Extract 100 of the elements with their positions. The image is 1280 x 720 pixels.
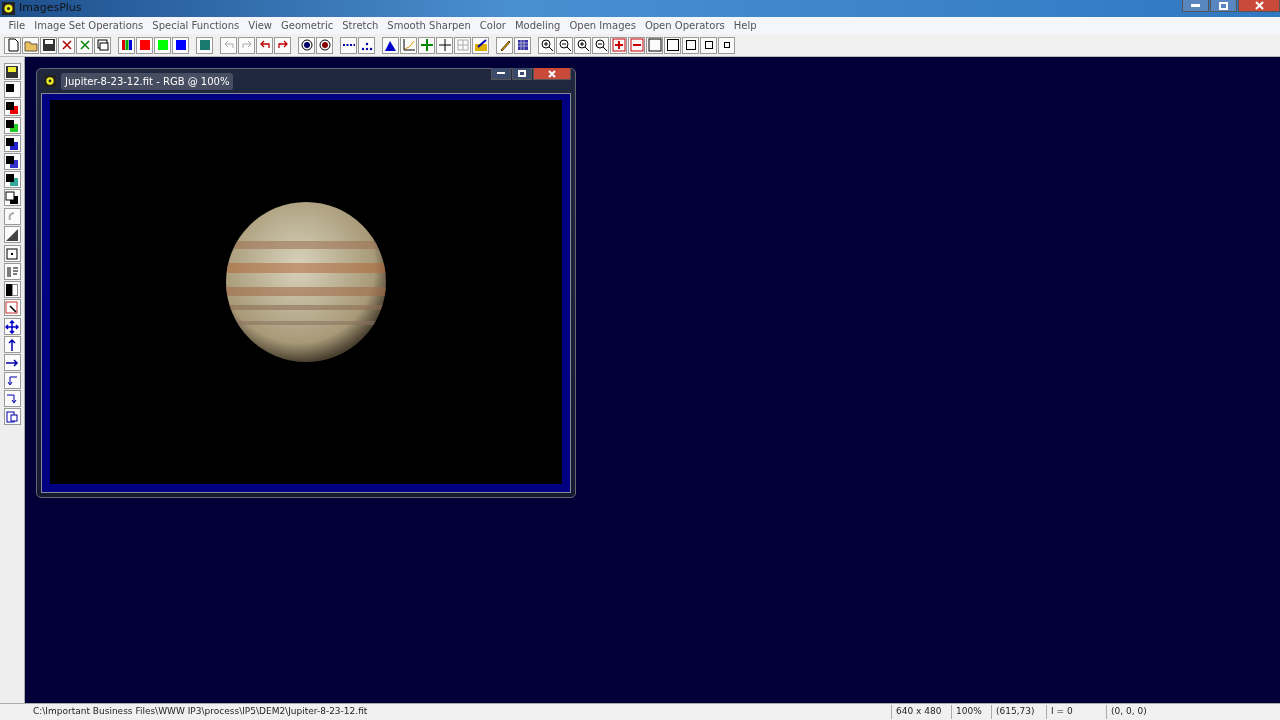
zoom-in-icon bbox=[575, 38, 590, 52]
new-file-button[interactable] bbox=[4, 36, 21, 54]
circle-icon bbox=[317, 38, 332, 52]
square-icon bbox=[647, 38, 662, 52]
rotate-left-icon bbox=[5, 373, 19, 388]
square-icon bbox=[665, 38, 680, 52]
maximize-button[interactable] bbox=[512, 68, 532, 80]
cursor-button[interactable] bbox=[3, 299, 21, 316]
close-button[interactable] bbox=[76, 36, 93, 54]
image-window-title: Jupiter-8-23-12.fit - RGB @ 100% bbox=[61, 72, 234, 90]
grid-icon bbox=[515, 38, 530, 52]
maximize-button[interactable] bbox=[1210, 0, 1237, 12]
status-field: 100% bbox=[951, 705, 991, 719]
windows-button[interactable] bbox=[94, 36, 111, 54]
channel-button[interactable] bbox=[136, 36, 153, 54]
copy-button[interactable] bbox=[3, 408, 21, 425]
channel-button[interactable] bbox=[172, 36, 189, 54]
half-fill-icon bbox=[5, 282, 19, 297]
close-icon bbox=[1254, 1, 1264, 10]
layers-button[interactable] bbox=[3, 189, 21, 206]
grid-icon bbox=[197, 38, 212, 52]
bars-button[interactable] bbox=[3, 263, 21, 280]
grid-button[interactable] bbox=[514, 36, 531, 54]
move-button[interactable] bbox=[3, 318, 21, 335]
paint-button[interactable] bbox=[472, 36, 489, 54]
maximize-icon bbox=[1219, 1, 1228, 10]
arrow-up-button[interactable] bbox=[3, 336, 21, 353]
redo-button[interactable] bbox=[274, 36, 291, 54]
minimize-button[interactable] bbox=[491, 68, 511, 80]
menu-item[interactable]: Image Set Operations bbox=[29, 18, 148, 33]
grid-icon bbox=[455, 38, 470, 52]
app-logo-icon bbox=[2, 2, 15, 15]
zoom-in-button[interactable] bbox=[538, 36, 555, 54]
minus-button[interactable] bbox=[628, 36, 645, 54]
status-field: 640 x 480 bbox=[891, 705, 951, 719]
zoom-in-button[interactable] bbox=[574, 36, 591, 54]
close-button[interactable] bbox=[1238, 0, 1280, 12]
minimize-button[interactable] bbox=[1182, 0, 1209, 12]
circle-button[interactable] bbox=[316, 36, 333, 54]
dotted-line-button[interactable] bbox=[340, 36, 357, 54]
menu-item[interactable]: Smooth Sharpen bbox=[382, 18, 476, 33]
histogram-button[interactable] bbox=[382, 36, 399, 54]
close-button[interactable] bbox=[533, 68, 571, 80]
save-button[interactable] bbox=[3, 63, 21, 80]
save-button[interactable] bbox=[40, 36, 57, 54]
status-field: (615,73) bbox=[991, 705, 1046, 719]
minus-icon bbox=[629, 38, 644, 52]
save-icon bbox=[5, 64, 19, 79]
pencil-button[interactable] bbox=[496, 36, 513, 54]
rotate-left-button[interactable] bbox=[3, 372, 21, 389]
menu-item[interactable]: File bbox=[4, 18, 30, 33]
menu-item[interactable]: Open Operators bbox=[640, 18, 730, 33]
layers-button[interactable] bbox=[3, 81, 21, 98]
menu-item[interactable]: Special Functions bbox=[147, 18, 244, 33]
layers-icon bbox=[5, 190, 19, 205]
gradient-button[interactable] bbox=[3, 226, 21, 243]
redo-button[interactable] bbox=[238, 36, 255, 54]
square-icon bbox=[683, 38, 698, 52]
grid-button[interactable] bbox=[196, 36, 213, 54]
maximize-icon bbox=[518, 70, 526, 77]
half-fill-button[interactable] bbox=[3, 281, 21, 298]
menu-item[interactable]: Geometric bbox=[276, 18, 338, 33]
menu-item[interactable]: Modeling bbox=[510, 18, 565, 33]
square-button[interactable] bbox=[682, 36, 699, 54]
square-button[interactable] bbox=[718, 36, 735, 54]
layers-button[interactable] bbox=[3, 117, 21, 134]
zoom-out-button[interactable] bbox=[556, 36, 573, 54]
plus-button[interactable] bbox=[418, 36, 435, 54]
dots-button[interactable] bbox=[358, 36, 375, 54]
curve-button[interactable] bbox=[400, 36, 417, 54]
channel-icon bbox=[137, 38, 152, 52]
rgb-channels-button[interactable] bbox=[118, 36, 135, 54]
layers-button[interactable] bbox=[3, 153, 21, 170]
layers-button[interactable] bbox=[3, 99, 21, 116]
window-title: ImagesPlus bbox=[19, 0, 82, 17]
layers-button[interactable] bbox=[3, 171, 21, 188]
undo-button[interactable] bbox=[220, 36, 237, 54]
minimize-icon bbox=[1191, 4, 1200, 7]
rotate-right-button[interactable] bbox=[3, 390, 21, 407]
crosshair-button[interactable] bbox=[436, 36, 453, 54]
minimize-icon bbox=[497, 72, 505, 75]
layers-button[interactable] bbox=[3, 135, 21, 152]
menu-item[interactable]: Stretch bbox=[337, 18, 383, 33]
target-button[interactable] bbox=[3, 245, 21, 262]
menu-item[interactable]: Color bbox=[475, 18, 511, 33]
zoom-out-button[interactable] bbox=[592, 36, 609, 54]
target-icon bbox=[5, 246, 19, 261]
menu-item[interactable]: Open Images bbox=[564, 18, 641, 33]
menu-item[interactable]: Help bbox=[729, 18, 762, 33]
arrow-right-button[interactable] bbox=[3, 354, 21, 371]
curve-icon bbox=[401, 38, 416, 52]
undo-button[interactable] bbox=[256, 36, 273, 54]
folder-button[interactable] bbox=[22, 36, 39, 54]
rgb-channels-icon bbox=[119, 38, 134, 52]
square-button[interactable] bbox=[664, 36, 681, 54]
square-button[interactable] bbox=[700, 36, 717, 54]
circle-button[interactable] bbox=[298, 36, 315, 54]
close-button[interactable] bbox=[58, 36, 75, 54]
plus-button[interactable] bbox=[610, 36, 627, 54]
menu-item[interactable]: View bbox=[243, 18, 277, 33]
